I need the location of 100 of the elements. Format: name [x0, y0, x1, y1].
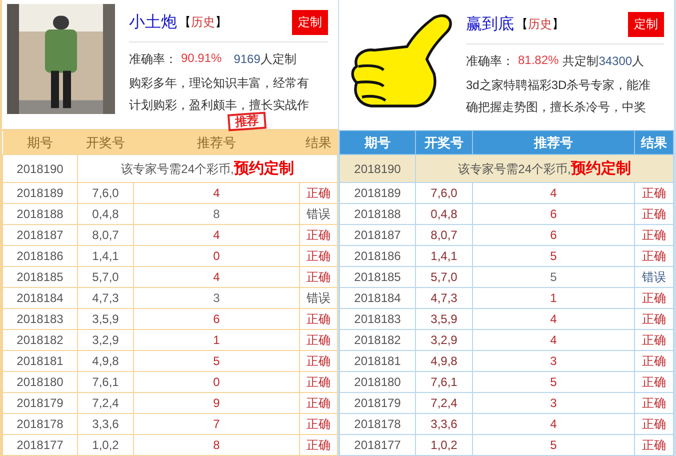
accuracy-label: 准确率：	[129, 51, 177, 68]
table-cell: 2018180	[340, 372, 416, 392]
table-cell: 8	[134, 204, 300, 224]
table-cell: 3,5,9	[78, 308, 134, 330]
table-cell: 5	[472, 372, 634, 392]
table-cell: 0,4,8	[416, 204, 472, 224]
table-cell: 正确	[300, 372, 338, 392]
table-cell: 2018190	[340, 154, 416, 182]
table-cell: 正确	[634, 224, 674, 246]
table-cell: 正确	[300, 350, 338, 372]
column-header: 期号	[340, 130, 416, 154]
table-cell: 2018179	[340, 392, 416, 414]
table-cell: 1	[134, 330, 300, 350]
table-cell: 1	[472, 288, 634, 308]
table-cell: 4	[472, 330, 634, 350]
table-cell: 4,9,8	[78, 350, 134, 372]
table-cell: 4	[134, 224, 300, 246]
table-cell: 7	[134, 414, 300, 434]
table-cell: 正确	[300, 330, 338, 350]
table-cell: 正确	[634, 414, 674, 434]
table-cell: 2018187	[2, 224, 78, 246]
column-header: 开奖号	[416, 130, 472, 154]
expert-name[interactable]: 小土炮	[129, 12, 177, 33]
custom-button[interactable]: 定制	[292, 10, 328, 35]
table-cell: 6	[472, 224, 634, 246]
table-cell: 2018189	[340, 182, 416, 204]
table-cell: 正确	[634, 288, 674, 308]
table-cell: 正确	[300, 224, 338, 246]
table-cell: 3,5,9	[416, 308, 472, 330]
custom-button[interactable]: 定制	[628, 12, 664, 37]
table-cell: 5,7,0	[78, 266, 134, 288]
table-cell: 正确	[300, 266, 338, 288]
table-cell: 正确	[300, 182, 338, 204]
table-cell: 4	[134, 182, 300, 204]
table-cell: 9	[134, 392, 300, 414]
history-link[interactable]: 【历史】	[179, 14, 227, 31]
table-cell: 错误	[300, 204, 338, 224]
subscriber-count: 共定制34300人	[562, 53, 644, 70]
table-cell: 4	[472, 182, 634, 204]
table-cell: 7,2,4	[416, 392, 472, 414]
table-cell: 3	[134, 288, 300, 308]
table-cell: 5	[472, 246, 634, 266]
table-cell: 2018188	[340, 204, 416, 224]
table-cell: 7,6,1	[416, 372, 472, 392]
column-header: 开奖号	[78, 131, 134, 154]
table-cell: 3	[472, 392, 634, 414]
table-cell: 2018182	[340, 330, 416, 350]
table-cell: 3,3,6	[78, 414, 134, 434]
table-cell: 正确	[300, 392, 338, 414]
table-cell: 2018177	[340, 434, 416, 456]
table-cell: 2018186	[2, 246, 78, 266]
table-cell: 2018182	[2, 330, 78, 350]
table-cell: 2018190	[2, 154, 78, 182]
table-cell: 正确	[634, 246, 674, 266]
table-cell: 4,7,3	[78, 288, 134, 308]
table-cell: 2018184	[2, 288, 78, 308]
bio-text: 计划购彩，盈利颇丰，擅长实战作	[129, 97, 310, 114]
table-cell: 正确	[634, 182, 674, 204]
table-cell: 8,0,7	[78, 224, 134, 246]
table-cell: 2018185	[2, 266, 78, 288]
table-cell: 2018177	[2, 434, 78, 456]
table-cell: 2018178	[2, 414, 78, 434]
column-header: 结果	[300, 131, 338, 154]
table-cell: 7,6,1	[78, 372, 134, 392]
reserve-link[interactable]: 预约定制	[234, 160, 294, 177]
table-cell: 2018181	[340, 350, 416, 372]
table-cell: 2018178	[340, 414, 416, 434]
history-link[interactable]: 【历史】	[516, 16, 564, 33]
table-cell: 5,7,0	[416, 266, 472, 288]
table-cell: 0	[134, 372, 300, 392]
table-cell: 2018185	[340, 266, 416, 288]
accuracy-label: 准确率：	[466, 53, 514, 70]
table-cell: 4	[472, 308, 634, 330]
table-cell: 正确	[634, 392, 674, 414]
table-cell: 5	[472, 434, 634, 456]
accuracy-value: 90.91%	[181, 51, 222, 67]
table-cell: 6	[472, 204, 634, 224]
table-cell: 5	[472, 266, 634, 288]
expert-name[interactable]: 赢到底	[466, 14, 514, 35]
table-cell: 1,4,1	[78, 246, 134, 266]
table-cell: 4	[134, 266, 300, 288]
table-cell: 正确	[634, 330, 674, 350]
table-cell: 2018183	[2, 308, 78, 330]
table-cell: 正确	[300, 246, 338, 266]
table-cell: 正确	[300, 414, 338, 434]
table-cell: 3,2,9	[416, 330, 472, 350]
table-cell: 1,4,1	[416, 246, 472, 266]
reserve-link[interactable]: 预约定制	[570, 160, 631, 177]
table-cell: 2018186	[340, 246, 416, 266]
notice-text: 该专家号需24个彩币,	[458, 162, 571, 176]
table-cell: 3,3,6	[416, 414, 472, 434]
column-header: 推荐号	[134, 131, 300, 154]
bio-text: 3d之家特聘福彩3D杀号专家，能准	[466, 77, 652, 94]
table-cell: 4,7,3	[416, 288, 472, 308]
bio-text: 确把握走势图，擅长杀冷号，中奖	[466, 99, 647, 116]
table-cell: 7,6,0	[416, 182, 472, 204]
table-cell: 3	[472, 350, 634, 372]
bio-text: 购彩多年，理论知识丰富，经常有	[129, 75, 310, 92]
table-cell: 0,4,8	[78, 204, 134, 224]
column-header: 期号	[2, 131, 78, 154]
